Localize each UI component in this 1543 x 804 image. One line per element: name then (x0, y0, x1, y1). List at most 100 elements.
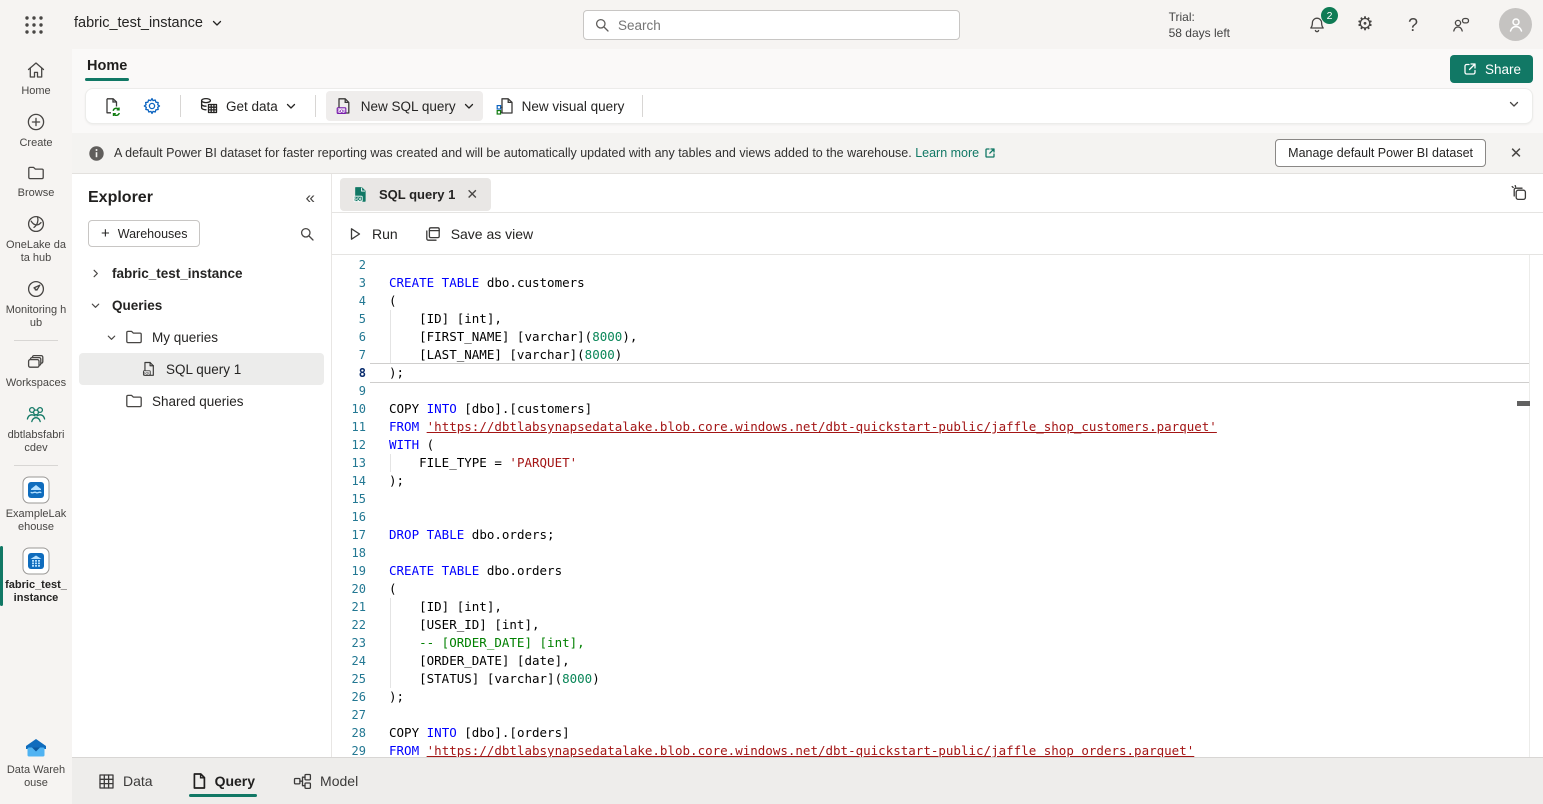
code-text[interactable]: [LAST_NAME] [varchar](8000) (389, 346, 622, 364)
view-tab-model[interactable]: Model (281, 758, 370, 804)
rail-item-home[interactable]: Home (0, 56, 72, 101)
editor-scrollbar-track[interactable] (1529, 255, 1530, 757)
code-line-26[interactable]: 26); (332, 688, 1543, 706)
feedback-icon[interactable] (1450, 14, 1472, 36)
learn-more-link[interactable]: Learn more (915, 146, 997, 160)
sql-code-editor[interactable]: 23CREATE TABLE dbo.customers4(5 [ID] [in… (332, 255, 1543, 757)
code-line-25[interactable]: 25 [STATUS] [varchar](8000) (332, 670, 1543, 688)
close-tab-icon[interactable]: ✕ (464, 186, 480, 203)
code-text[interactable]: -- [ORDER_DATE] [int], (389, 634, 585, 652)
code-line-3[interactable]: 3CREATE TABLE dbo.customers (332, 274, 1543, 292)
tree-item-my-queries[interactable]: My queries (79, 321, 324, 353)
search-box[interactable] (583, 10, 960, 40)
code-text[interactable]: ); (389, 472, 404, 490)
code-text[interactable]: ); (389, 688, 404, 706)
code-line-20[interactable]: 20( (332, 580, 1543, 598)
help-icon[interactable]: ? (1402, 14, 1424, 36)
share-button[interactable]: Share (1450, 55, 1533, 83)
settings-gear-blue-icon[interactable] (134, 91, 170, 121)
code-text[interactable]: [ORDER_DATE] [date], (389, 652, 570, 670)
ribbon-collapse-chevron-icon[interactable] (1508, 98, 1520, 110)
code-line-23[interactable]: 23 -- [ORDER_DATE] [int], (332, 634, 1543, 652)
code-text[interactable]: CREATE TABLE dbo.customers (389, 274, 585, 292)
code-line-16[interactable]: 16 (332, 508, 1543, 526)
rail-item-monitoring-hub[interactable]: Monitoring hub (0, 275, 72, 333)
get-data-button[interactable]: Get data (191, 91, 305, 121)
new-sql-query-button[interactable]: SQL New SQL query (326, 91, 483, 121)
run-button[interactable]: Run (347, 226, 398, 242)
code-text[interactable]: [ID] [int], (389, 310, 502, 328)
rail-item-onelake-data-hub[interactable]: OneLake data hub (0, 210, 72, 268)
rail-item-data-warehouse[interactable]: Data Warehouse (0, 733, 72, 793)
view-tab-query[interactable]: Query (179, 758, 267, 804)
code-text[interactable]: [FIRST_NAME] [varchar](8000), (389, 328, 637, 346)
code-text[interactable]: DROP TABLE dbo.orders; (389, 526, 555, 544)
rail-item-examplelakehouse[interactable]: ExampleLakehouse (0, 473, 72, 537)
code-text[interactable]: [STATUS] [varchar](8000) (389, 670, 600, 688)
tab-home[interactable]: Home (85, 54, 129, 81)
warehouses-button[interactable]: + Warehouses (88, 220, 200, 247)
code-text[interactable]: ); (389, 364, 404, 382)
code-line-7[interactable]: 7 [LAST_NAME] [varchar](8000) (332, 346, 1543, 364)
code-line-24[interactable]: 24 [ORDER_DATE] [date], (332, 652, 1543, 670)
code-text[interactable]: ( (389, 292, 397, 310)
code-text[interactable]: [USER_ID] [int], (389, 616, 540, 634)
code-line-5[interactable]: 5 [ID] [int], (332, 310, 1543, 328)
code-line-10[interactable]: 10COPY INTO [dbo].[customers] (332, 400, 1543, 418)
save-as-view-button[interactable]: Save as view (424, 225, 533, 243)
code-line-29[interactable]: 29FROM 'https://dbtlabsynapsedatalake.bl… (332, 742, 1543, 757)
code-line-2[interactable]: 2 (332, 256, 1543, 274)
code-line-22[interactable]: 22 [USER_ID] [int], (332, 616, 1543, 634)
code-line-14[interactable]: 14); (332, 472, 1543, 490)
code-line-8[interactable]: 8); (332, 364, 1543, 382)
code-line-11[interactable]: 11FROM 'https://dbtlabsynapsedatalake.bl… (332, 418, 1543, 436)
code-text[interactable]: [ID] [int], (389, 598, 502, 616)
code-line-27[interactable]: 27 (332, 706, 1543, 724)
copy-icon[interactable] (1511, 185, 1528, 202)
tree-item-queries[interactable]: Queries (79, 289, 324, 321)
refresh-document-icon[interactable] (94, 91, 130, 121)
code-line-13[interactable]: 13 FILE_TYPE = 'PARQUET' (332, 454, 1543, 472)
chevron-down-icon[interactable] (104, 332, 118, 343)
workspace-switcher[interactable]: fabric_test_instance (74, 15, 223, 31)
code-text[interactable]: CREATE TABLE dbo.orders (389, 562, 562, 580)
rail-item-workspaces[interactable]: Workspaces (0, 348, 72, 393)
collapse-panel-icon[interactable]: « (306, 188, 315, 208)
chevron-right-icon[interactable] (88, 268, 102, 279)
explorer-search-icon[interactable] (299, 226, 315, 242)
code-line-17[interactable]: 17DROP TABLE dbo.orders; (332, 526, 1543, 544)
code-text[interactable]: FROM 'https://dbtlabsynapsedatalake.blob… (389, 742, 1194, 757)
code-text[interactable]: WITH ( (389, 436, 434, 454)
tree-item-sql-query-1[interactable]: SQLSQL query 1 (79, 353, 324, 385)
search-input[interactable] (618, 18, 949, 33)
chevron-down-icon[interactable] (88, 300, 102, 311)
code-line-6[interactable]: 6 [FIRST_NAME] [varchar](8000), (332, 328, 1543, 346)
manage-dataset-button[interactable]: Manage default Power BI dataset (1275, 139, 1486, 167)
code-line-19[interactable]: 19CREATE TABLE dbo.orders (332, 562, 1543, 580)
rail-item-create[interactable]: Create (0, 108, 72, 153)
tab-sql-query-1[interactable]: SQL SQL query 1 ✕ (340, 178, 491, 211)
code-line-12[interactable]: 12WITH ( (332, 436, 1543, 454)
view-tab-data[interactable]: Data (86, 758, 165, 804)
code-text[interactable]: COPY INTO [dbo].[orders] (389, 724, 570, 742)
code-text[interactable]: FROM 'https://dbtlabsynapsedatalake.blob… (389, 418, 1217, 436)
rail-item-dbtlabsfabricdev[interactable]: dbtlabsfabricdev (0, 400, 72, 458)
rail-item-browse[interactable]: Browse (0, 160, 72, 203)
code-line-9[interactable]: 9 (332, 382, 1543, 400)
banner-close-icon[interactable]: ✕ (1505, 142, 1527, 164)
rail-item-fabric-test-instance[interactable]: fabric_test_instance (0, 544, 72, 608)
code-text[interactable]: COPY INTO [dbo].[customers] (389, 400, 592, 418)
avatar[interactable] (1499, 8, 1532, 41)
code-line-28[interactable]: 28COPY INTO [dbo].[orders] (332, 724, 1543, 742)
tree-item-shared-queries[interactable]: Shared queries (79, 385, 324, 417)
code-line-18[interactable]: 18 (332, 544, 1543, 562)
app-launcher-icon[interactable] (22, 13, 46, 37)
code-line-4[interactable]: 4( (332, 292, 1543, 310)
code-line-15[interactable]: 15 (332, 490, 1543, 508)
code-text[interactable]: FILE_TYPE = 'PARQUET' (389, 454, 577, 472)
code-line-21[interactable]: 21 [ID] [int], (332, 598, 1543, 616)
tree-item-fabric-test-instance[interactable]: fabric_test_instance (79, 257, 324, 289)
settings-gear-icon[interactable]: ⚙ (1354, 14, 1376, 36)
code-text[interactable]: ( (389, 580, 397, 598)
new-visual-query-button[interactable]: New visual query (487, 91, 633, 121)
